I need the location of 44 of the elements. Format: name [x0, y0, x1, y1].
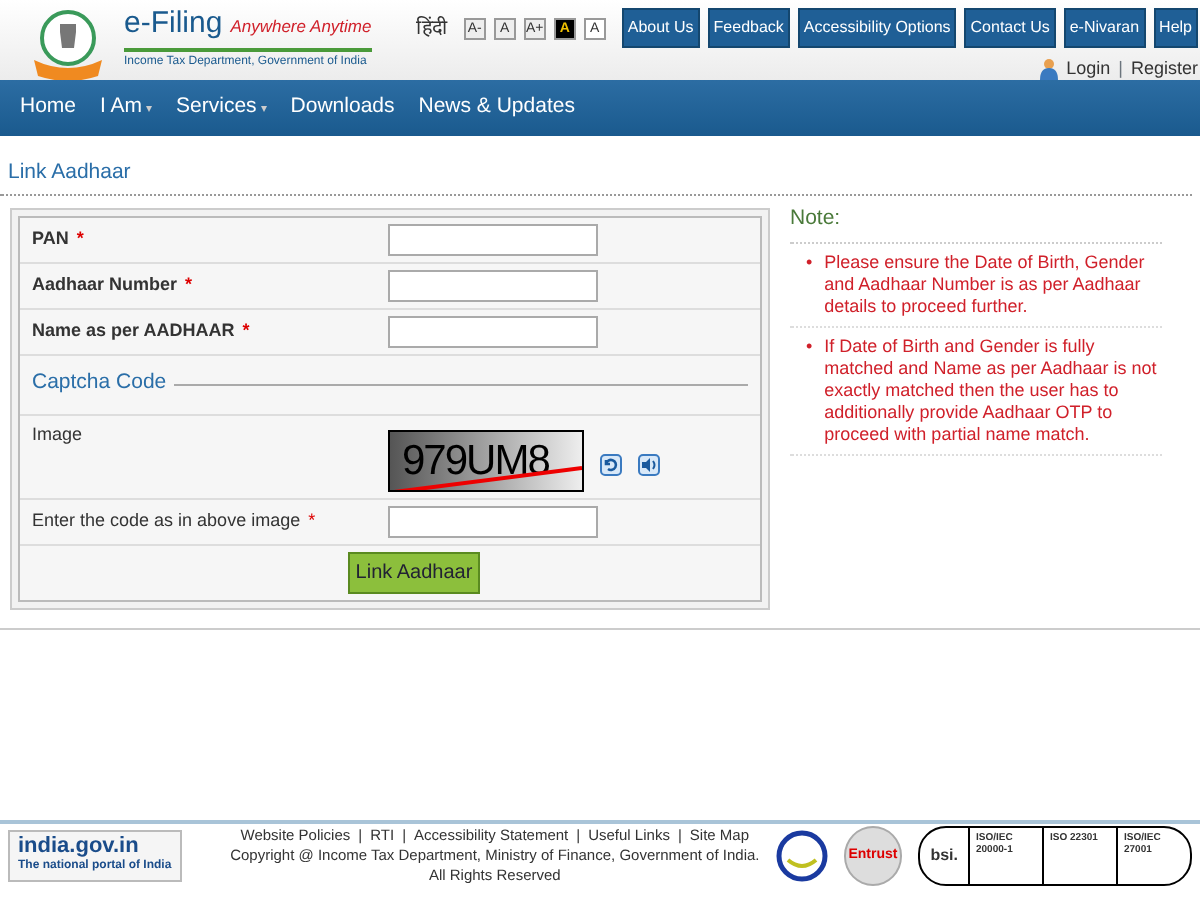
tagline: Anywhere Anytime: [230, 14, 372, 40]
refresh-icon[interactable]: [600, 453, 622, 476]
top-link-button[interactable]: Help: [1153, 8, 1198, 48]
required-mark: *: [308, 510, 316, 530]
emblem-logo: [28, 8, 108, 80]
top-link-button[interactable]: Contact Us: [964, 8, 1056, 48]
required-mark: *: [185, 274, 193, 294]
speaker-icon[interactable]: [638, 453, 660, 476]
bsi-text: bsi.: [930, 843, 958, 868]
input-field[interactable]: [388, 505, 598, 538]
nav-menu-item[interactable]: Home: [12, 92, 85, 124]
submit-button[interactable]: Link Aadhaar: [347, 551, 481, 594]
top-link-button[interactable]: e-Nivaran: [1063, 8, 1146, 48]
top-link-button[interactable]: Accessibility Options: [797, 8, 957, 48]
language-link[interactable]: हिंदी: [415, 13, 448, 43]
brand-name: e-Filing: [124, 8, 223, 38]
portal-name: india.gov.in: [18, 833, 141, 858]
field-label: Enter the code as in above image: [32, 510, 301, 530]
nav-menu-item[interactable]: News & Updates: [410, 92, 583, 124]
top-link-button[interactable]: About Us: [621, 8, 700, 48]
required-mark: *: [76, 228, 84, 248]
certification-seal-icon: [776, 829, 828, 882]
required-mark: *: [242, 320, 250, 340]
input-field[interactable]: [388, 223, 598, 256]
captcha-image: 979UM8: [388, 429, 584, 492]
login-link[interactable]: Login: [1066, 56, 1111, 80]
field-label: Aadhaar Number: [32, 274, 178, 294]
top-link-button[interactable]: Feedback: [707, 8, 790, 48]
field-label: Image: [32, 421, 85, 448]
user-icon: [1040, 58, 1059, 80]
note-text: Please ensure the Date of Birth, Gender and Aadhaar Number is as per Aadhaar details to proceed further.: [824, 251, 1147, 317]
field-label: Name as per AADHAAR: [32, 320, 235, 340]
section-heading: Captcha Code: [32, 368, 167, 399]
field-label: PAN: [32, 228, 69, 248]
note-text: If Date of Birth and Gender is fully matched and Name as per Aadhaar is not exactly matched then the user has to additionally provide Aadhaar OTP to proceed with partial name match.: [824, 335, 1159, 445]
register-link[interactable]: Register: [1130, 56, 1198, 80]
note-title: Note:: [790, 203, 1162, 243]
page-title: Link Aadhaar: [0, 152, 1192, 196]
input-field[interactable]: [388, 315, 598, 348]
bullet-text: •: [806, 251, 813, 275]
bullet-text: •: [806, 335, 813, 359]
nav-menu-item[interactable]: Downloads: [282, 92, 403, 124]
separator-text: |: [1118, 56, 1123, 80]
input-field[interactable]: [388, 269, 598, 302]
